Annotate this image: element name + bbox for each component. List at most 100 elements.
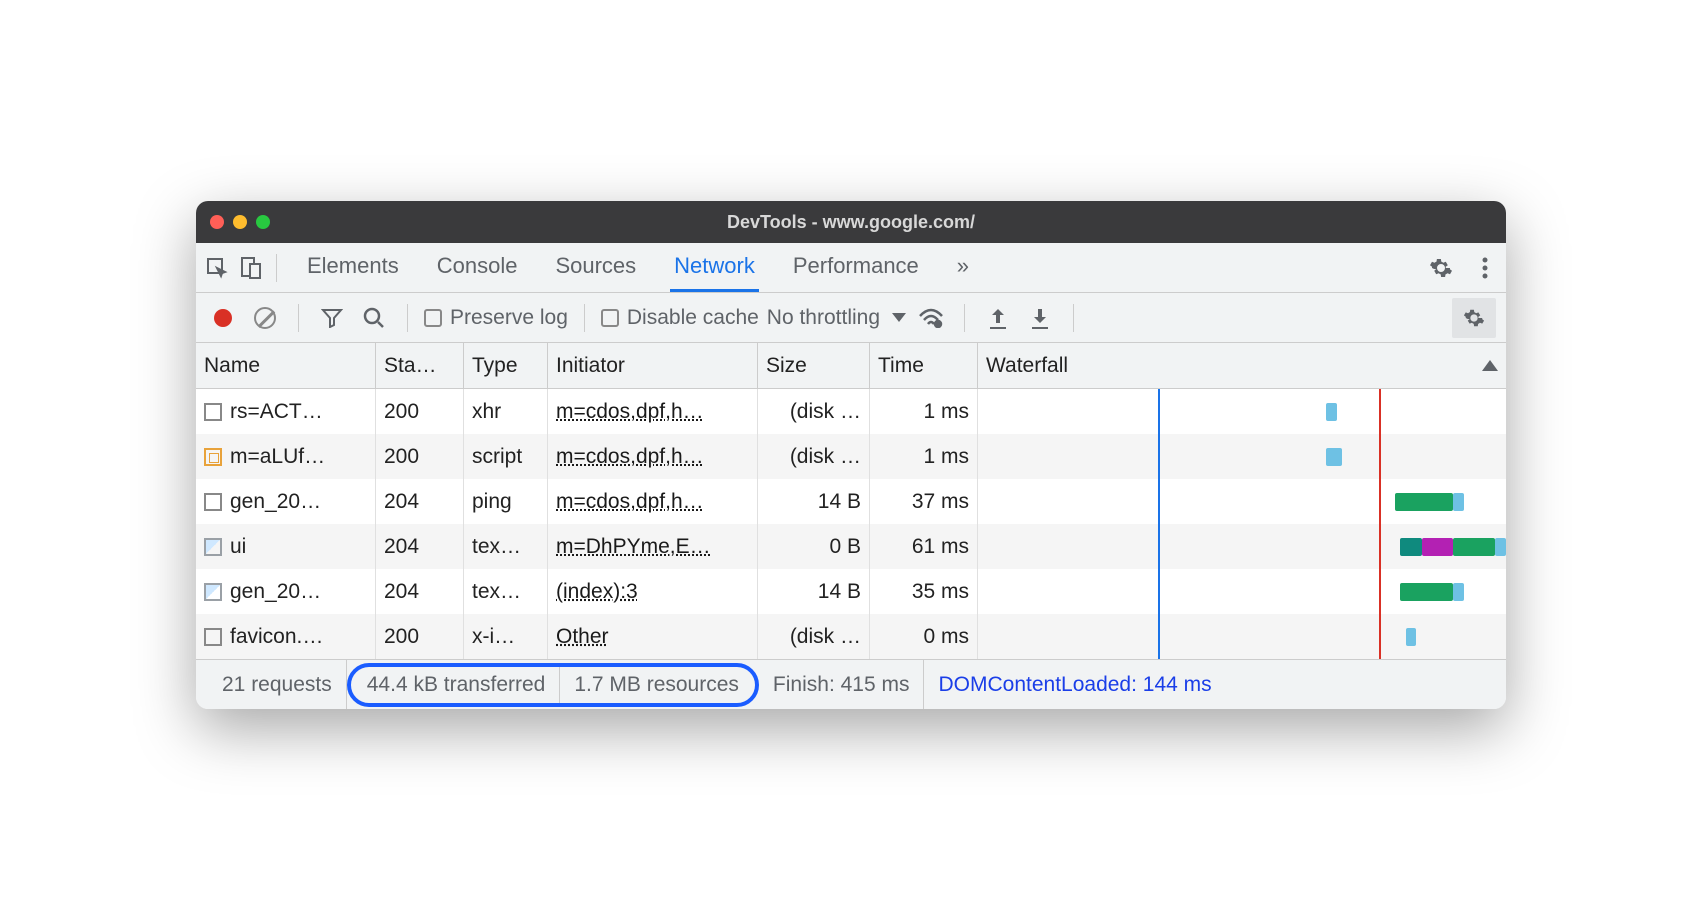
cell-waterfall xyxy=(978,434,1506,479)
status-resources: 1.7 MB resources xyxy=(560,667,753,703)
file-icon xyxy=(204,493,222,511)
table-header: Name Sta… Type Initiator Size Time Water… xyxy=(196,343,1506,389)
col-time[interactable]: Time xyxy=(870,343,978,388)
cell-status: 200 xyxy=(376,614,464,659)
table-row[interactable]: rs=ACT…200xhrm=cdos,dpf,h…(disk …1 ms xyxy=(196,389,1506,434)
gear-icon[interactable] xyxy=(1424,251,1458,285)
filter-icon[interactable] xyxy=(315,301,349,335)
cell-name: gen_20… xyxy=(196,569,376,614)
tab-console[interactable]: Console xyxy=(433,243,522,292)
cell-waterfall xyxy=(978,614,1506,659)
device-toggle-icon[interactable] xyxy=(234,251,268,285)
cell-size: (disk … xyxy=(758,614,870,659)
file-icon xyxy=(204,448,222,466)
col-initiator[interactable]: Initiator xyxy=(548,343,758,388)
network-settings-button[interactable] xyxy=(1452,298,1496,338)
search-icon[interactable] xyxy=(357,301,391,335)
col-size[interactable]: Size xyxy=(758,343,870,388)
cell-name: rs=ACT… xyxy=(196,389,376,434)
network-conditions-icon[interactable] xyxy=(914,301,948,335)
upload-icon[interactable] xyxy=(981,301,1015,335)
table-row[interactable]: gen_20…204pingm=cdos,dpf,h…14 B37 ms xyxy=(196,479,1506,524)
cell-time: 37 ms xyxy=(870,479,978,524)
cell-type: script xyxy=(464,434,548,479)
cell-status: 200 xyxy=(376,434,464,479)
status-finish: Finish: 415 ms xyxy=(759,660,925,709)
cell-time: 61 ms xyxy=(870,524,978,569)
disable-cache-checkbox[interactable]: Disable cache xyxy=(601,306,759,330)
cell-status: 204 xyxy=(376,524,464,569)
cell-initiator[interactable]: m=DhPYme,E… xyxy=(548,524,758,569)
throttling-select[interactable]: No throttling xyxy=(767,306,906,330)
status-dcl: DOMContentLoaded: 144 ms xyxy=(924,660,1225,709)
cell-initiator[interactable]: m=cdos,dpf,h… xyxy=(548,434,758,479)
devtools-window: DevTools - www.google.com/ Elements Cons… xyxy=(196,201,1506,709)
cell-type: tex… xyxy=(464,569,548,614)
request-rows: rs=ACT…200xhrm=cdos,dpf,h…(disk …1 msm=a… xyxy=(196,389,1506,659)
cell-status: 204 xyxy=(376,569,464,614)
cell-type: tex… xyxy=(464,524,548,569)
sort-asc-icon xyxy=(1482,360,1498,371)
cell-waterfall xyxy=(978,389,1506,434)
status-transferred: 44.4 kB transferred xyxy=(353,667,561,703)
record-button[interactable] xyxy=(206,301,240,335)
col-waterfall[interactable]: Waterfall xyxy=(978,343,1506,388)
tab-overflow[interactable]: » xyxy=(953,243,973,292)
cell-size: 14 B xyxy=(758,569,870,614)
inspect-icon[interactable] xyxy=(200,251,234,285)
cell-initiator[interactable]: (index):3 xyxy=(548,569,758,614)
title-bar: DevTools - www.google.com/ xyxy=(196,201,1506,243)
cell-status: 204 xyxy=(376,479,464,524)
col-name[interactable]: Name xyxy=(196,343,376,388)
file-icon xyxy=(204,583,222,601)
col-status[interactable]: Sta… xyxy=(376,343,464,388)
cell-name: gen_20… xyxy=(196,479,376,524)
status-bar: 21 requests 44.4 kB transferred 1.7 MB r… xyxy=(196,659,1506,709)
cell-type: xhr xyxy=(464,389,548,434)
cell-waterfall xyxy=(978,479,1506,524)
tab-network[interactable]: Network xyxy=(670,243,759,292)
cell-size: 0 B xyxy=(758,524,870,569)
cell-initiator[interactable]: m=cdos,dpf,h… xyxy=(548,479,758,524)
table-row[interactable]: favicon.…200x-i…Other(disk …0 ms xyxy=(196,614,1506,659)
cell-waterfall xyxy=(978,569,1506,614)
cell-time: 1 ms xyxy=(870,434,978,479)
chevron-down-icon xyxy=(892,313,906,322)
network-toolbar: Preserve log Disable cache No throttling xyxy=(196,293,1506,343)
top-tab-row: Elements Console Sources Network Perform… xyxy=(196,243,1506,293)
download-icon[interactable] xyxy=(1023,301,1057,335)
cell-type: x-i… xyxy=(464,614,548,659)
cell-time: 35 ms xyxy=(870,569,978,614)
kebab-icon[interactable] xyxy=(1468,251,1502,285)
cell-size: 14 B xyxy=(758,479,870,524)
cell-size: (disk … xyxy=(758,434,870,479)
cell-name: favicon.… xyxy=(196,614,376,659)
table-row[interactable]: ui204tex…m=DhPYme,E…0 B61 ms xyxy=(196,524,1506,569)
panel-tabs: Elements Console Sources Network Perform… xyxy=(303,243,1424,292)
cell-time: 1 ms xyxy=(870,389,978,434)
cell-size: (disk … xyxy=(758,389,870,434)
table-row[interactable]: gen_20…204tex…(index):314 B35 ms xyxy=(196,569,1506,614)
cell-initiator[interactable]: Other xyxy=(548,614,758,659)
cell-time: 0 ms xyxy=(870,614,978,659)
file-icon xyxy=(204,538,222,556)
status-requests: 21 requests xyxy=(208,660,347,709)
col-type[interactable]: Type xyxy=(464,343,548,388)
cell-name: m=aLUf… xyxy=(196,434,376,479)
cell-waterfall xyxy=(978,524,1506,569)
cell-initiator[interactable]: m=cdos,dpf,h… xyxy=(548,389,758,434)
status-highlight: 44.4 kB transferred 1.7 MB resources xyxy=(347,663,759,707)
window-title: DevTools - www.google.com/ xyxy=(196,212,1506,233)
tab-sources[interactable]: Sources xyxy=(551,243,640,292)
separator xyxy=(276,254,277,282)
preserve-log-checkbox[interactable]: Preserve log xyxy=(424,306,568,330)
table-row[interactable]: m=aLUf…200scriptm=cdos,dpf,h…(disk …1 ms xyxy=(196,434,1506,479)
file-icon xyxy=(204,403,222,421)
clear-button[interactable] xyxy=(248,301,282,335)
tab-performance[interactable]: Performance xyxy=(789,243,923,292)
cell-name: ui xyxy=(196,524,376,569)
cell-status: 200 xyxy=(376,389,464,434)
file-icon xyxy=(204,628,222,646)
cell-type: ping xyxy=(464,479,548,524)
tab-elements[interactable]: Elements xyxy=(303,243,403,292)
